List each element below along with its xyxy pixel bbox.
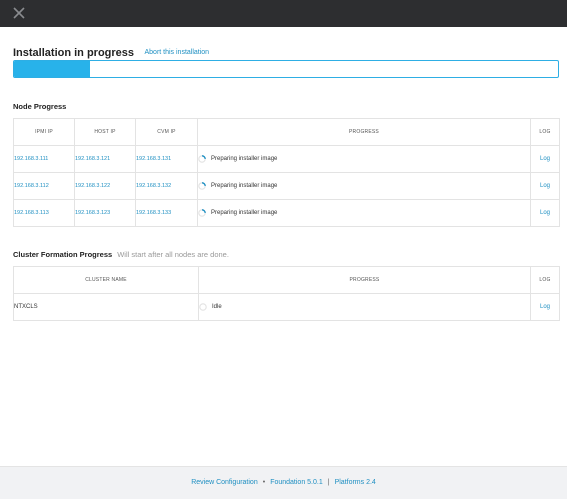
cvm-ip-link[interactable]: 192.168.3.132 [135, 172, 198, 200]
table-row: 192.168.3.112 192.168.3.122 192.168.3.13… [13, 172, 560, 200]
ipmi-ip-link[interactable]: 192.168.3.112 [13, 172, 75, 200]
column-header-progress: PROGRESS [197, 118, 531, 146]
log-link[interactable]: Log [530, 199, 560, 227]
platforms-version-link[interactable]: Platforms 2.4 [335, 479, 376, 486]
cluster-progress-table: CLUSTER NAME PROGRESS LOG NTXCLS Idle Lo… [13, 266, 560, 321]
cvm-ip-link[interactable]: 192.168.3.131 [135, 145, 198, 173]
host-ip-link[interactable]: 192.168.3.121 [74, 145, 136, 173]
review-configuration-link[interactable]: Review Configuration [191, 479, 258, 486]
idle-indicator-icon [199, 303, 207, 311]
top-bar [0, 0, 567, 27]
abort-installation-link[interactable]: Abort this installation [144, 49, 209, 56]
close-icon[interactable] [12, 6, 26, 20]
progress-spinner-icon [198, 155, 206, 163]
column-header-ipmi-ip: IPMI IP [13, 118, 75, 146]
column-header-host-ip: HOST IP [74, 118, 136, 146]
status-label: Idle [212, 304, 222, 310]
footer-bullet: • [262, 479, 266, 486]
log-link[interactable]: Log [530, 293, 560, 321]
cvm-ip-link[interactable]: 192.168.3.133 [135, 199, 198, 227]
cluster-progress-subtitle: Will start after all nodes are done. [117, 250, 229, 259]
node-progress-heading: Node Progress [13, 102, 66, 111]
cluster-progress-heading: Cluster Formation Progress Will start aft… [13, 250, 229, 259]
column-header-log: LOG [530, 266, 560, 294]
host-ip-link[interactable]: 192.168.3.123 [74, 199, 136, 227]
cluster-progress-title: Cluster Formation Progress [13, 250, 113, 259]
status-label: Preparing installer image [211, 183, 278, 189]
cluster-name: NTXCLS [13, 293, 199, 321]
table-header-row: CLUSTER NAME PROGRESS LOG [13, 266, 560, 294]
column-header-cvm-ip: CVM IP [135, 118, 198, 146]
column-header-progress: PROGRESS [198, 266, 531, 294]
node-progress-status: Preparing installer image [197, 199, 531, 227]
page-title: Installation in progress [13, 46, 135, 59]
table-row: 192.168.3.111 192.168.3.121 192.168.3.13… [13, 145, 560, 173]
footer: Review Configuration • Foundation 5.0.1 | Pl… [0, 466, 567, 499]
node-progress-status: Preparing installer image [197, 145, 531, 173]
column-header-cluster-name: CLUSTER NAME [13, 266, 199, 294]
node-progress-title: Node Progress [13, 102, 67, 111]
log-link[interactable]: Log [530, 172, 560, 200]
column-header-log: LOG [530, 118, 560, 146]
footer-divider: | [327, 479, 330, 486]
table-row: NTXCLS Idle Log [13, 293, 560, 321]
node-progress-status: Preparing installer image [197, 172, 531, 200]
status-label: Preparing installer image [211, 156, 278, 162]
ipmi-ip-link[interactable]: 192.168.3.111 [13, 145, 75, 173]
table-header-row: IPMI IP HOST IP CVM IP PROGRESS LOG [13, 118, 560, 146]
status-label: Preparing installer image [211, 210, 278, 216]
progress-spinner-icon [198, 209, 206, 217]
ipmi-ip-link[interactable]: 192.168.3.113 [13, 199, 75, 227]
installation-progress-bar [13, 60, 559, 78]
progress-spinner-icon [198, 182, 206, 190]
log-link[interactable]: Log [530, 145, 560, 173]
node-progress-table: IPMI IP HOST IP CVM IP PROGRESS LOG 192.… [13, 118, 560, 227]
progress-bar-fill [14, 61, 91, 77]
table-row: 192.168.3.113 192.168.3.123 192.168.3.13… [13, 199, 560, 227]
foundation-version-link[interactable]: Foundation 5.0.1 [270, 479, 323, 486]
cluster-progress-status: Idle [198, 293, 531, 321]
host-ip-link[interactable]: 192.168.3.122 [74, 172, 136, 200]
